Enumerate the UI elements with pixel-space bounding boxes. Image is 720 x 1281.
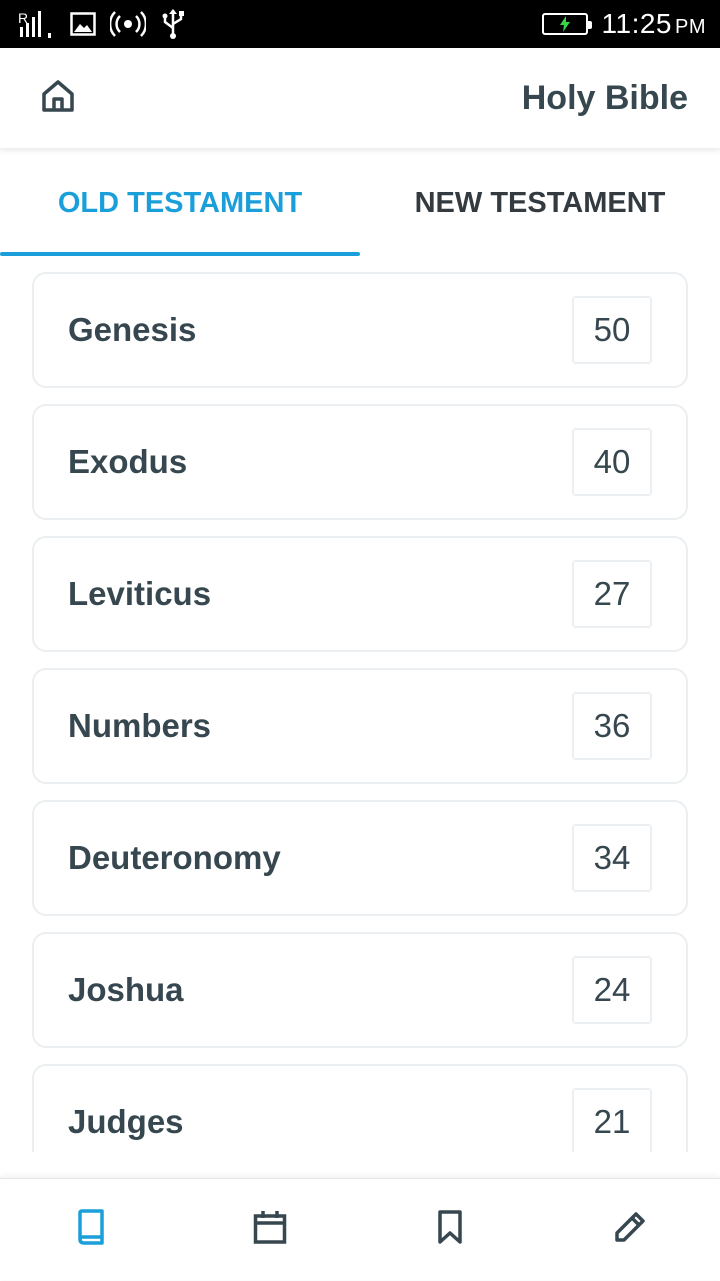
book-item-leviticus[interactable]: Leviticus 27 [32,536,688,652]
book-icon [74,1209,106,1250]
bottom-nav [0,1178,720,1280]
chapter-count-badge: 34 [572,824,652,892]
battery-charging-icon [541,13,592,35]
home-icon [40,79,76,118]
hotspot-icon [110,11,146,37]
book-name: Genesis [68,311,197,348]
tab-old-testament[interactable]: OLD TESTAMENT [0,150,360,256]
nav-calendar[interactable] [180,1179,360,1281]
gallery-icon [70,12,96,36]
tab-new-testament[interactable]: NEW TESTAMENT [360,150,720,256]
status-right: 11:25 PM [541,8,707,40]
book-name: Leviticus [68,575,212,612]
chapter-count-badge: 50 [572,296,652,364]
clock-ampm: PM [675,16,706,38]
status-bar: R 11:25 PM [0,0,720,48]
chapter-count-badge: 36 [572,692,652,760]
home-button[interactable] [38,78,78,118]
book-name: Judges [68,1103,184,1140]
page-title: Holy Bible [521,78,688,117]
clock: 11:25 PM [602,8,707,40]
nav-bookmarks[interactable] [360,1179,540,1281]
signal-icon: R [18,9,56,39]
book-item-genesis[interactable]: Genesis 50 [32,272,688,388]
book-list[interactable]: Genesis 50 Exodus 40 Leviticus 27 Number… [0,256,720,1152]
bookmark-icon [437,1210,463,1249]
book-item-joshua[interactable]: Joshua 24 [32,932,688,1048]
chapter-count-badge: 24 [572,956,652,1024]
usb-icon [160,8,186,40]
book-name: Deuteronomy [68,839,281,876]
book-item-judges[interactable]: Judges 21 [32,1064,688,1152]
app-header: Holy Bible [0,48,720,148]
chapter-count-badge: 21 [572,1088,652,1152]
chapter-count-badge: 27 [572,560,652,628]
clock-time: 11:25 [601,8,672,39]
book-name: Numbers [68,707,212,744]
book-name: Exodus [68,443,188,480]
book-item-deuteronomy[interactable]: Deuteronomy 34 [32,800,688,916]
book-name: Joshua [68,971,184,1008]
nav-books[interactable] [0,1179,180,1281]
pencil-icon [614,1211,646,1248]
testament-tabs: OLD TESTAMENT NEW TESTAMENT [0,150,720,256]
nav-notes[interactable] [540,1179,720,1281]
status-icons: R [18,8,186,40]
chapter-count-badge: 40 [572,428,652,496]
book-item-exodus[interactable]: Exodus 40 [32,404,688,520]
book-item-numbers[interactable]: Numbers 36 [32,668,688,784]
calendar-icon [253,1210,287,1249]
